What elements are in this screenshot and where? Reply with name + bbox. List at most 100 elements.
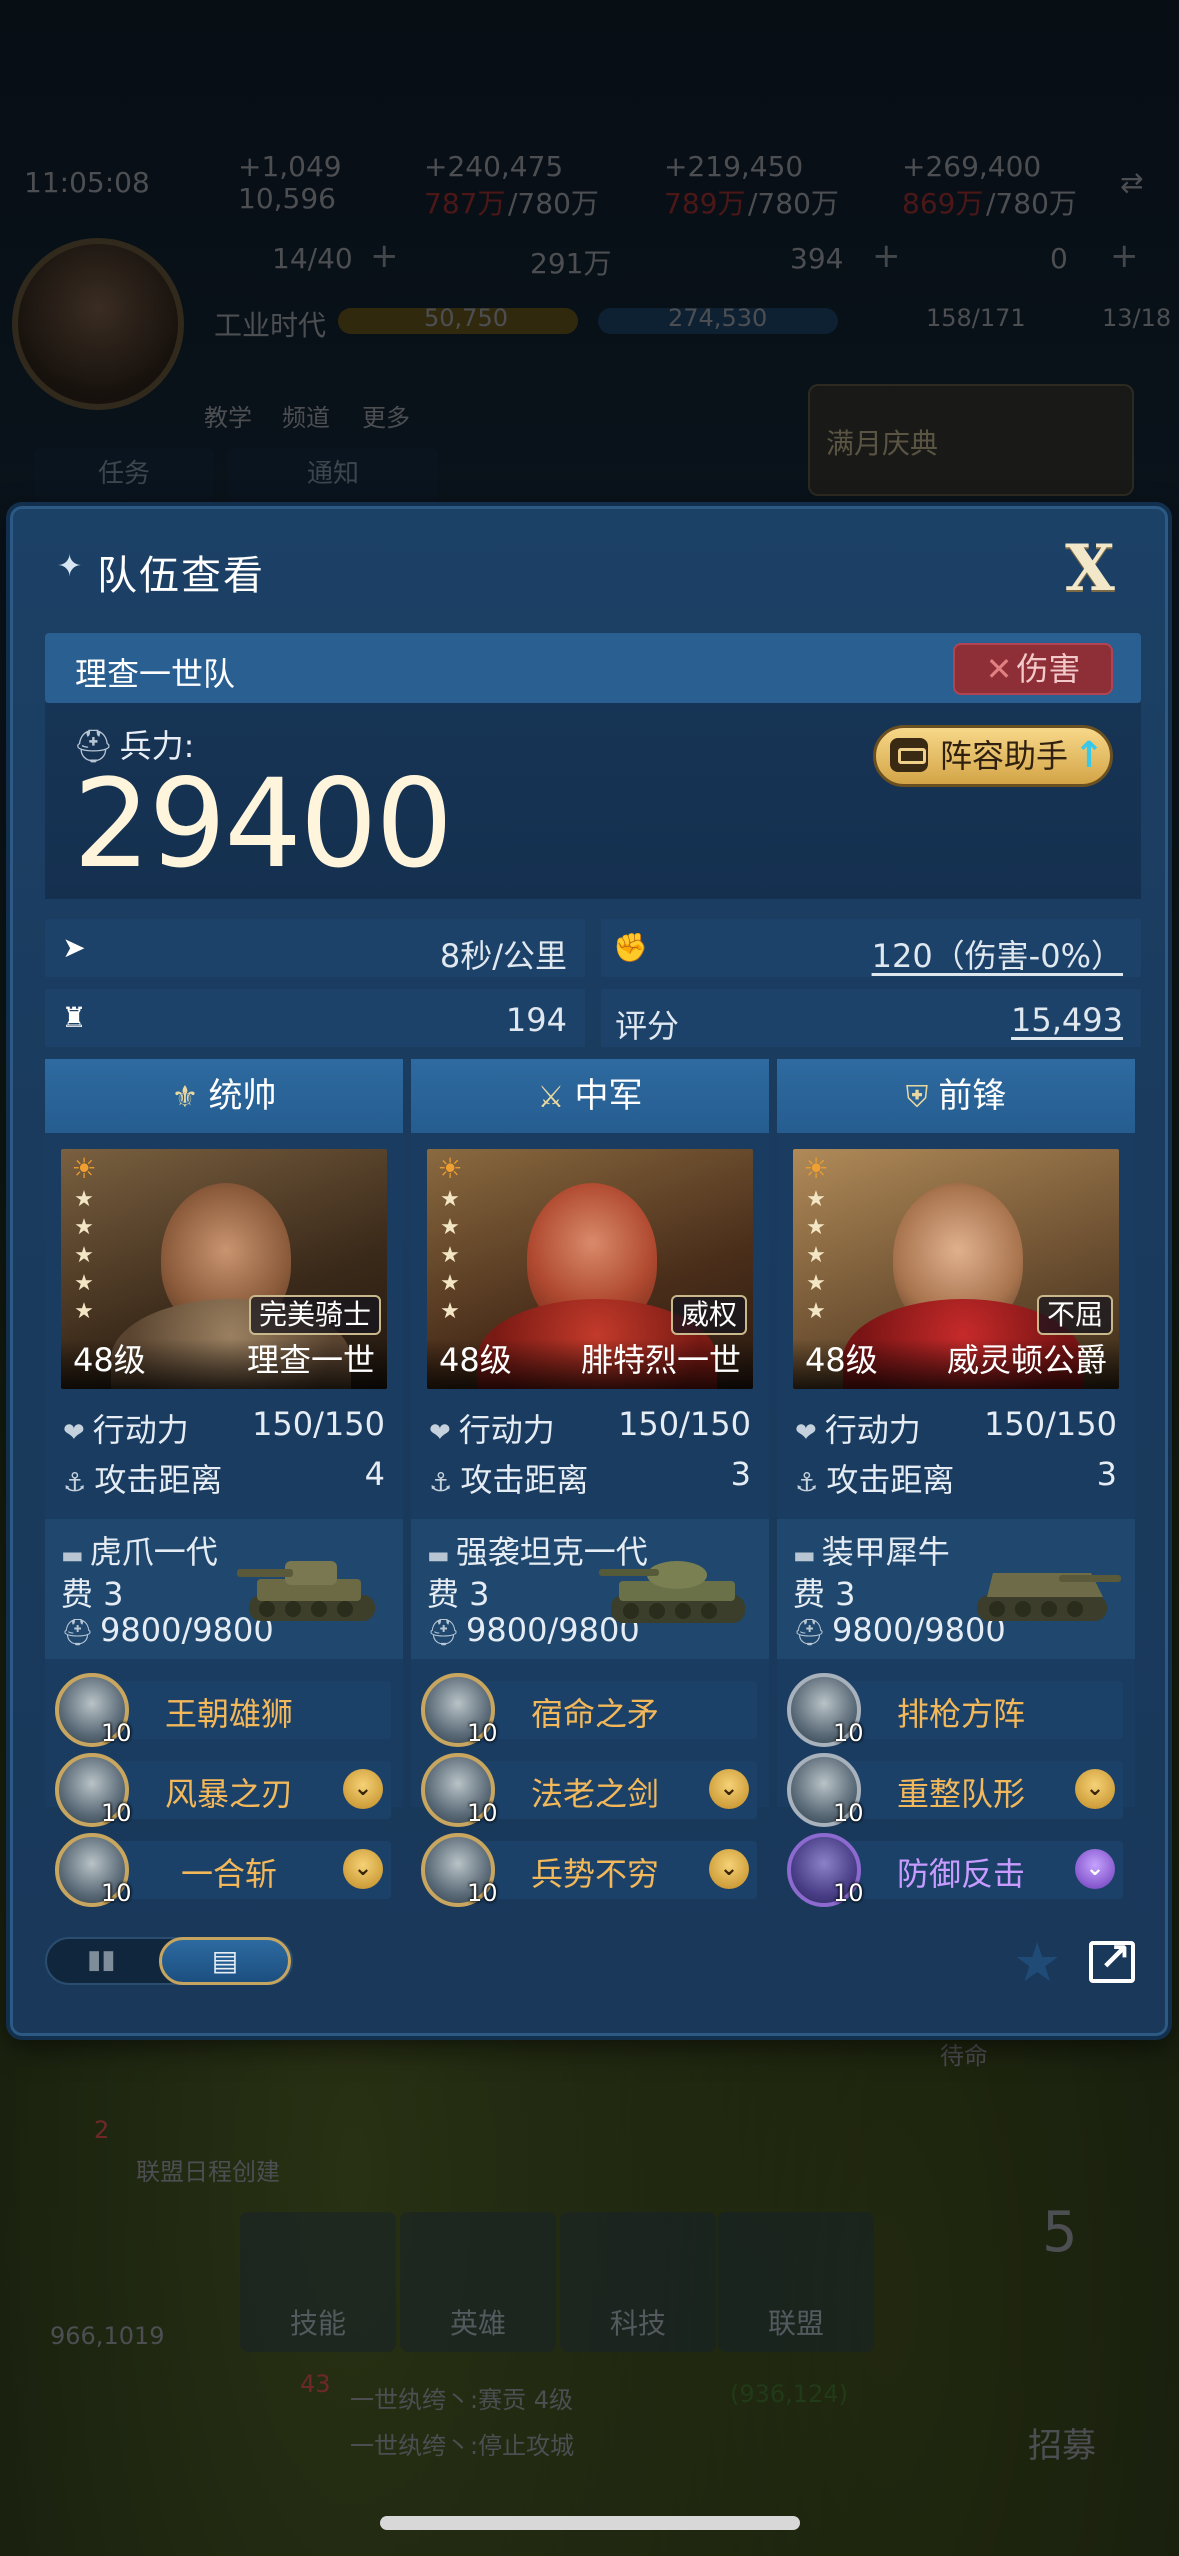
skill-name: 排枪方阵 bbox=[896, 1695, 1025, 1733]
close-button[interactable]: X bbox=[1055, 537, 1125, 601]
action-row: ❤ 行动力 150/150 bbox=[63, 1405, 385, 1451]
action-value: 150/150 bbox=[252, 1405, 385, 1443]
heart-icon: ❤ bbox=[795, 1418, 817, 1448]
tank-icon: ▬ bbox=[61, 1541, 84, 1569]
action-row: ❤ 行动力 150/150 bbox=[795, 1405, 1117, 1451]
sun-icon: ☀ bbox=[437, 1152, 463, 1185]
castle-icon: ♜ bbox=[61, 1001, 87, 1034]
tank-name: 装甲犀牛 bbox=[821, 1533, 950, 1571]
hero-info-bar: 48级 理查一世 bbox=[61, 1339, 387, 1389]
hero-portrait[interactable]: ☀ ★ ★ ★ ★ ★ 不屈 48级 威灵顿公爵 bbox=[793, 1149, 1119, 1389]
tank-unit[interactable]: ▬ 虎爪一代 费 3 ⛑ 9800/9800 bbox=[45, 1519, 403, 1659]
skill-slot[interactable]: 10 重整队形 ⌄ bbox=[787, 1753, 1125, 1827]
hero-position-label: 前锋 bbox=[938, 1076, 1007, 1116]
crossed-swords-icon: ✕ bbox=[985, 650, 1013, 688]
range-row: ⚓ 攻击距离 3 bbox=[795, 1455, 1117, 1501]
skill-slot[interactable]: 10 兵势不穷 ⌄ bbox=[421, 1833, 759, 1907]
range-label: 攻击距离 bbox=[826, 1461, 955, 1499]
tank-cost: 费 3 bbox=[427, 1575, 490, 1613]
chevron-down-icon[interactable]: ⌄ bbox=[1075, 1849, 1115, 1889]
skill-name: 风暴之刃 bbox=[164, 1775, 293, 1813]
sparkle-icon: ✦ bbox=[57, 549, 83, 584]
tank-icon: ▬ bbox=[793, 1541, 816, 1569]
skill-level: 10 bbox=[101, 1799, 132, 1827]
action-value: 150/150 bbox=[618, 1405, 751, 1443]
hero-trait-badge: 威权 bbox=[670, 1295, 747, 1335]
damage-type-label: 伤害 bbox=[1016, 650, 1081, 688]
team-name-bar: 理查一世队 ✕ 伤害 bbox=[45, 633, 1141, 703]
hero-portrait[interactable]: ☀ ★ ★ ★ ★ ★ 完美骑士 48级 理查一世 bbox=[61, 1149, 387, 1389]
home-indicator[interactable] bbox=[380, 2516, 800, 2530]
lineup-helper-button[interactable]: 阵容助手 ↑ bbox=[873, 725, 1113, 787]
chevron-down-icon[interactable]: ⌄ bbox=[1075, 1769, 1115, 1809]
skill-slot[interactable]: 10 宿命之矛 bbox=[421, 1673, 759, 1747]
skill-name: 一合斩 bbox=[180, 1855, 277, 1893]
sun-icon: ☀ bbox=[71, 1152, 97, 1185]
sun-icon: ☀ bbox=[803, 1152, 829, 1185]
skill-name: 防御反击 bbox=[896, 1855, 1025, 1893]
range-value: 4 bbox=[364, 1455, 385, 1493]
helper-icon bbox=[890, 738, 928, 772]
helmet-icon: ⛑ bbox=[793, 1618, 827, 1648]
skill-slot[interactable]: 10 防御反击 ⌄ bbox=[787, 1833, 1125, 1907]
share-icon[interactable] bbox=[1089, 1935, 1135, 1983]
skill-level: 10 bbox=[467, 1799, 498, 1827]
damage-type-badge[interactable]: ✕ 伤害 bbox=[953, 643, 1113, 695]
skill-level: 10 bbox=[833, 1719, 864, 1747]
hero-info-bar: 48级 腓特烈一世 bbox=[427, 1339, 753, 1389]
stats-view-icon[interactable]: ▮▮ bbox=[87, 1945, 116, 1975]
team-view-dialog: ✦ 队伍查看 X 理查一世队 ✕ 伤害 ⛑ 兵力: 29400 阵容助手 ↑ ➤ 8… bbox=[10, 506, 1168, 2036]
hero-trait-badge: 完美骑士 bbox=[248, 1295, 381, 1335]
team-name: 理查一世队 bbox=[75, 655, 236, 693]
favorite-star-icon[interactable]: ★ bbox=[1013, 1931, 1061, 1994]
range-row: ⚓ 攻击距离 3 bbox=[429, 1455, 751, 1501]
hero-position-label: 统帅 bbox=[208, 1076, 277, 1116]
dialog-title: 队伍查看 bbox=[97, 553, 265, 599]
action-row: ❤ 行动力 150/150 bbox=[429, 1405, 751, 1451]
skill-slot[interactable]: 10 王朝雄狮 bbox=[55, 1673, 393, 1747]
skill-level: 10 bbox=[833, 1799, 864, 1827]
score-value[interactable]: 15,493 bbox=[1011, 1001, 1123, 1039]
skill-slot[interactable]: 10 排枪方阵 bbox=[787, 1673, 1125, 1747]
range-row: ⚓ 攻击距离 4 bbox=[63, 1455, 385, 1501]
hero-trait-badge: 不屈 bbox=[1036, 1295, 1113, 1335]
skill-level: 10 bbox=[101, 1719, 132, 1747]
detail-view-icon[interactable]: ▤ bbox=[159, 1937, 291, 1985]
hero-column-vanguard: ⛨ 前锋 ☀ ★ ★ ★ ★ ★ 不屈 48级 威灵顿公爵 ❤ 行动力 150/150 ⚓ 攻击距… bbox=[777, 1059, 1135, 1907]
hero-name: 威灵顿公爵 bbox=[946, 1341, 1107, 1379]
skill-name: 法老之剑 bbox=[530, 1775, 659, 1813]
tank-name-row: ▬ 装甲犀牛 bbox=[793, 1527, 950, 1573]
tank-unit[interactable]: ▬ 装甲犀牛 费 3 ⛑ 9800/9800 bbox=[777, 1519, 1135, 1659]
score-label: 评分 bbox=[615, 1007, 680, 1045]
speed-icon: ➤ bbox=[62, 931, 86, 964]
skill-level: 10 bbox=[833, 1879, 864, 1907]
hero-level: 48级 bbox=[439, 1341, 512, 1379]
action-label: 行动力 bbox=[824, 1411, 921, 1449]
chevron-down-icon[interactable]: ⌄ bbox=[343, 1849, 383, 1889]
hero-name: 腓特烈一世 bbox=[580, 1341, 741, 1379]
lineup-helper-label: 阵容助手 bbox=[940, 737, 1069, 775]
range-icon: ⚓ bbox=[429, 1468, 453, 1498]
chevron-down-icon[interactable]: ⌄ bbox=[343, 1769, 383, 1809]
speed-value: 8秒/公里 bbox=[439, 937, 567, 975]
tank-unit[interactable]: ▬ 强袭坦克一代 费 3 ⛑ 9800/9800 bbox=[411, 1519, 769, 1659]
chevron-down-icon[interactable]: ⌄ bbox=[709, 1849, 749, 1889]
hero-portrait[interactable]: ☀ ★ ★ ★ ★ ★ 威权 48级 腓特烈一世 bbox=[427, 1149, 753, 1389]
skill-slot[interactable]: 10 风暴之刃 ⌄ bbox=[55, 1753, 393, 1827]
skill-slot[interactable]: 10 一合斩 ⌄ bbox=[55, 1833, 393, 1907]
view-toggle[interactable]: ▮▮ ▤ bbox=[45, 1937, 293, 1985]
tank-name-row: ▬ 虎爪一代 bbox=[61, 1527, 218, 1573]
chevron-down-icon[interactable]: ⌄ bbox=[709, 1769, 749, 1809]
skill-slot[interactable]: 10 法老之剑 ⌄ bbox=[421, 1753, 759, 1827]
skill-name: 宿命之矛 bbox=[530, 1695, 659, 1733]
tank-name: 虎爪一代 bbox=[89, 1533, 218, 1571]
skill-name: 重整队形 bbox=[896, 1775, 1025, 1813]
score-stat[interactable]: 评分 15,493 bbox=[601, 989, 1141, 1047]
attack-stat[interactable]: ✊ 120（伤害-0%） bbox=[601, 919, 1141, 977]
tank-image bbox=[599, 1561, 745, 1623]
hero-info-bar: 48级 威灵顿公爵 bbox=[793, 1339, 1119, 1389]
action-label: 行动力 bbox=[458, 1411, 555, 1449]
hero-column-center: ⚔ 中军 ☀ ★ ★ ★ ★ ★ 威权 48级 腓特烈一世 ❤ 行动力 150/150 ⚓ 攻击距… bbox=[411, 1059, 769, 1907]
attack-value[interactable]: 120（伤害-0%） bbox=[872, 931, 1123, 977]
skill-name: 王朝雄狮 bbox=[164, 1695, 293, 1733]
